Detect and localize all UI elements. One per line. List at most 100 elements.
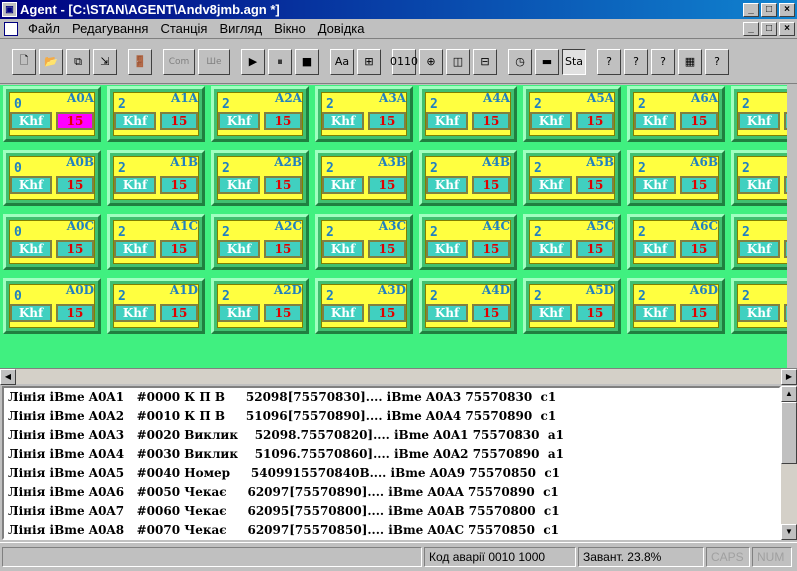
maximize-button[interactable]: □	[761, 2, 777, 17]
log-row[interactable]: Лінія iBme A0A8 #0070 Чекає 62097[755708…	[4, 521, 779, 538]
log-row[interactable]: Лінія iBme A0A4 #0030 Виклик 51096.75570…	[4, 445, 779, 464]
station-cell[interactable]: 2 A1C Khf 15	[107, 214, 205, 270]
station-cell[interactable]: 2 A1B Khf 15	[107, 150, 205, 206]
agent-app-icon[interactable]: ▣	[2, 2, 17, 17]
log-row[interactable]: Лінія iBme A0A7 #0060 Чекає 62095[755708…	[4, 502, 779, 521]
log-row[interactable]: Лінія iBme A0A5 #0040 Номер 540991557084…	[4, 464, 779, 483]
station-cell[interactable]: 2 A4A Khf 15	[419, 86, 517, 142]
station-cell[interactable]: 2 A6C Khf 15	[627, 214, 725, 270]
station-cell[interactable]: 2AKhf	[731, 150, 787, 206]
close-button[interactable]: ×	[779, 2, 795, 17]
station-cell[interactable]: 2 A3C Khf 15	[315, 214, 413, 270]
event-log[interactable]: Лінія iBme A0A1 #0000 К П В 52098[755708…	[2, 386, 781, 540]
panel-icon[interactable]: ▬	[535, 48, 559, 75]
log-row[interactable]: Лінія iBme A0A3 #0020 Виклик 52098.75570…	[4, 426, 779, 445]
doc-close-button[interactable]: ×	[779, 21, 795, 36]
station-mode: Khf	[218, 304, 260, 322]
station-cell[interactable]: 2 A5C Khf 15	[523, 214, 621, 270]
stop-icon[interactable]: ■	[295, 48, 319, 75]
document-icon[interactable]	[4, 21, 18, 36]
menu-window[interactable]: Вікно	[268, 21, 312, 36]
export-icon[interactable]: ⇲	[93, 48, 117, 75]
station-cell[interactable]: 2 A5A Khf 15	[523, 86, 621, 142]
scroll-right-icon[interactable]: ▶	[781, 369, 797, 385]
connector-icon[interactable]: ⊕	[419, 48, 443, 75]
new-file-icon[interactable]: 🗋	[12, 48, 36, 75]
doc-restore-button[interactable]: □	[761, 21, 777, 36]
station-cell[interactable]: 2AKhf	[731, 278, 787, 334]
station-cell[interactable]: 2 A1D Khf 15	[107, 278, 205, 334]
scroll-left-icon[interactable]: ◀	[0, 369, 16, 385]
station-icon[interactable]: Sta	[562, 48, 586, 75]
disabled-help-icon[interactable]: ?	[624, 48, 648, 75]
network-icon[interactable]: ⊞	[357, 48, 381, 75]
station-counter: 15	[576, 240, 614, 258]
station-cell[interactable]: 2 A6B Khf 15	[627, 150, 725, 206]
menu-station[interactable]: Станція	[154, 21, 213, 36]
menu-view[interactable]: Вигляд	[213, 21, 268, 36]
log-row[interactable]: Лінія iBme A0A1 #0000 К П В 52098[755708…	[4, 388, 779, 407]
station-cell[interactable]: 0 A0B Khf 15	[3, 150, 101, 206]
doc-minimize-button[interactable]: _	[743, 21, 759, 36]
menu-help[interactable]: Довідка	[312, 21, 371, 36]
menu-file[interactable]: Файл	[22, 21, 66, 36]
station-cell[interactable]: 2 A5B Khf 15	[523, 150, 621, 206]
log-row[interactable]: Лінія iBme A0A6 #0050 Чекає 62097[755708…	[4, 483, 779, 502]
station-cell[interactable]: 2 A3D Khf 15	[315, 278, 413, 334]
station-code: A2C	[274, 219, 302, 233]
station-cell[interactable]: 2 A5D Khf 15	[523, 278, 621, 334]
play-icon[interactable]: ▶	[241, 48, 265, 75]
station-cell[interactable]: 2 A6D Khf 15	[627, 278, 725, 334]
log-row[interactable]: Лінія iBme A0A2 #0010 К П В 51096[755708…	[4, 407, 779, 426]
com-port-icon[interactable]: Com	[163, 48, 195, 75]
station-cell[interactable]: 2 A2A Khf 15	[211, 86, 309, 142]
station-cell[interactable]: 2AKhf	[731, 86, 787, 142]
station-cell[interactable]: 2 A2D Khf 15	[211, 278, 309, 334]
menu-edit[interactable]: Редагування	[66, 21, 155, 36]
scroll-down-icon[interactable]: ▼	[781, 524, 797, 540]
shell-icon[interactable]: Ше	[198, 48, 230, 75]
about-icon[interactable]: ▦	[678, 48, 702, 75]
vertical-scrollbar[interactable]: ▲ ▼	[781, 386, 797, 540]
station-cell[interactable]: 0 A0D Khf 15	[3, 278, 101, 334]
station-number: 2	[118, 225, 126, 240]
station-number: 2	[430, 289, 438, 304]
clock-icon[interactable]: ◷	[508, 48, 532, 75]
station-cell[interactable]: 2AKhf	[731, 214, 787, 270]
horizontal-scrollbar[interactable]: ◀ ▶	[0, 368, 797, 385]
scroll-thumb[interactable]	[781, 402, 797, 464]
station-cell[interactable]: 0 A0A Khf 15	[3, 86, 101, 142]
info-help-icon[interactable]: ?	[651, 48, 675, 75]
minimize-button[interactable]: _	[743, 2, 759, 17]
station-cell[interactable]: 2 A3B Khf 15	[315, 150, 413, 206]
station-cell[interactable]: 2 A4B Khf 15	[419, 150, 517, 206]
binary-icon[interactable]: 0110	[390, 48, 418, 75]
station-mode: Khf	[218, 112, 260, 130]
num-indicator: NUM	[752, 547, 792, 567]
open-folder-icon[interactable]: 📂	[39, 48, 63, 75]
station-cell[interactable]: 2 A4D Khf 15	[419, 278, 517, 334]
exit-door-icon[interactable]: 🚪	[128, 48, 152, 75]
station-mode: Khf	[738, 176, 780, 194]
station-mode: Khf	[634, 304, 676, 322]
station-cell[interactable]: 2 A3A Khf 15	[315, 86, 413, 142]
station-counter	[784, 304, 787, 322]
station-cell[interactable]: 2 A1A Khf 15	[107, 86, 205, 142]
station-cell[interactable]: 0 A0C Khf 15	[3, 214, 101, 270]
split-vertical-icon[interactable]: ◫	[446, 48, 470, 75]
scroll-up-icon[interactable]: ▲	[781, 386, 797, 402]
font-case-icon[interactable]: Aa	[330, 48, 354, 75]
station-number: 2	[326, 289, 334, 304]
pause-icon[interactable]: ⏸	[268, 48, 292, 75]
question-query-icon[interactable]: ?	[597, 48, 621, 75]
context-help-icon[interactable]: ?	[705, 48, 729, 75]
station-number: 2	[118, 161, 126, 176]
station-cell[interactable]: 2 A4C Khf 15	[419, 214, 517, 270]
station-cell[interactable]: 2 A2B Khf 15	[211, 150, 309, 206]
station-mode: Khf	[10, 304, 52, 322]
copy-icon[interactable]: ⧉	[66, 48, 90, 75]
split-horizontal-icon[interactable]: ⊟	[473, 48, 497, 75]
station-cell[interactable]: 2 A2C Khf 15	[211, 214, 309, 270]
station-cell[interactable]: 2 A6A Khf 15	[627, 86, 725, 142]
station-mode: Khf	[634, 240, 676, 258]
